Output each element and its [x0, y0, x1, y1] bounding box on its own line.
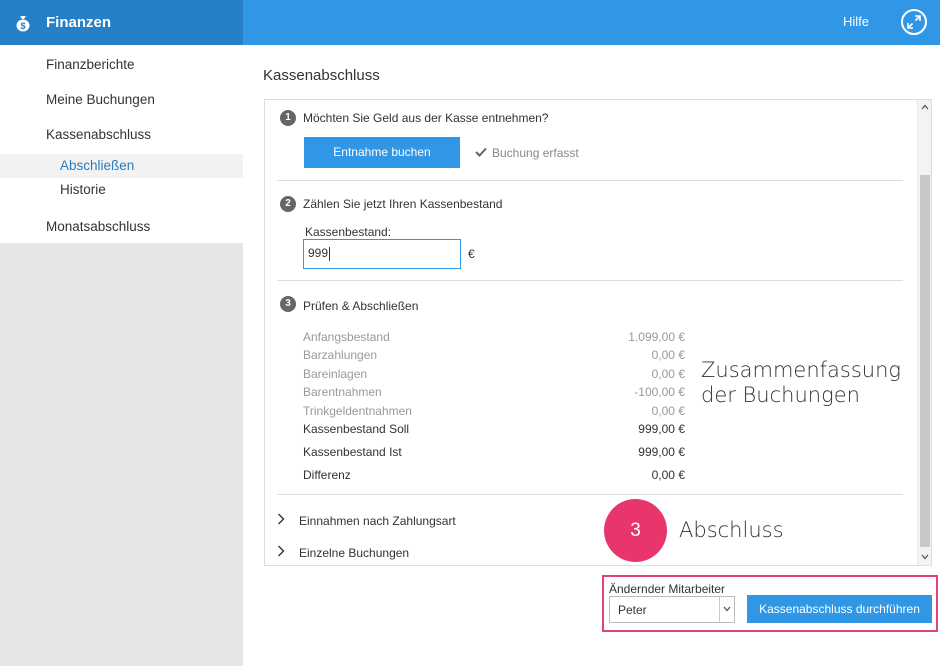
help-link[interactable]: Hilfe: [843, 14, 869, 29]
chevron-right-icon: [277, 545, 289, 560]
app-title: Finanzen: [46, 14, 112, 31]
scroll-thumb[interactable]: [920, 175, 930, 547]
sidebar-item-kassenabschluss[interactable]: Kassenabschluss: [46, 127, 151, 142]
summary-label: Anfangsbestand: [303, 330, 390, 344]
step-2-title: Zählen Sie jetzt Ihren Kassenbestand: [303, 197, 503, 211]
sidebar-item-historie[interactable]: Historie: [0, 178, 243, 202]
summary-label: Bareinlagen: [303, 367, 368, 381]
sidebar-item-finanzberichte[interactable]: Finanzberichte: [46, 57, 135, 72]
sidebar: Finanzberichte Meine Buchungen Kassenabs…: [0, 45, 243, 666]
summary-label: Differenz: [303, 468, 351, 482]
submit-closing-button[interactable]: Kassenabschluss durchführen: [747, 595, 932, 623]
sidebar-menu: Finanzberichte Meine Buchungen Kassenabs…: [0, 45, 243, 243]
top-bar: $ Finanzen Hilfe: [0, 0, 940, 45]
chevron-right-icon: [277, 513, 289, 528]
cash-balance-value: 999: [308, 246, 329, 260]
summary-value: 0,00 €: [651, 367, 685, 381]
booking-status-text: Buchung erfasst: [492, 146, 579, 160]
booking-status: Buchung erfasst: [475, 146, 579, 160]
svg-text:$: $: [20, 21, 25, 31]
step-1-title: Möchten Sie Geld aus der Kasse entnehmen…: [303, 111, 549, 125]
expander-label: Einzelne Buchungen: [299, 545, 410, 560]
annotation-summary: Zusammenfassung der Buchungen: [701, 358, 901, 408]
step-3-number: 3: [280, 296, 296, 312]
expander-payment-types[interactable]: Einnahmen nach Zahlungsart: [277, 513, 456, 528]
scroll-down-icon[interactable]: [918, 552, 931, 564]
summary-value: 999,00 €: [638, 422, 685, 436]
step-1-number: 1: [280, 110, 296, 126]
money-bag-icon: $: [14, 14, 32, 32]
sidebar-item-abschliessen[interactable]: Abschließen: [0, 154, 243, 178]
divider: [277, 280, 903, 281]
divider: [277, 494, 903, 495]
summary-label: Kassenbestand Ist: [303, 445, 402, 459]
chevron-down-icon: [719, 597, 734, 622]
summary-value: 0,00 €: [651, 348, 685, 362]
summary-value: 0,00 €: [651, 468, 685, 482]
employee-select[interactable]: Peter: [609, 596, 735, 623]
expand-icon[interactable]: [901, 9, 927, 35]
step-badge: 3: [604, 499, 667, 562]
scroll-up-icon[interactable]: [918, 102, 931, 114]
summary-value: 0,00 €: [651, 404, 685, 418]
sidebar-item-monatsabschluss[interactable]: Monatsabschluss: [46, 219, 150, 234]
annotation-summary-line2: der Buchungen: [701, 383, 860, 407]
summary-label: Barentnahmen: [303, 385, 382, 399]
summary-value: 999,00 €: [638, 445, 685, 459]
expander-single-bookings[interactable]: Einzelne Buchungen: [277, 545, 409, 560]
text-caret: [329, 246, 331, 261]
summary-label: Trinkgeldentnahmen: [303, 404, 412, 418]
scrollbar[interactable]: [917, 100, 931, 565]
closing-panel: 1 Möchten Sie Geld aus der Kasse entnehm…: [264, 99, 932, 566]
annotation-closing: Abschluss: [679, 518, 784, 542]
page-title: Kassenabschluss: [263, 67, 380, 84]
cash-balance-input[interactable]: 999: [303, 239, 461, 269]
divider: [277, 180, 903, 181]
check-icon: [475, 146, 487, 160]
summary-label: Barzahlungen: [303, 348, 378, 362]
step-2-number: 2: [280, 196, 296, 212]
sidebar-item-meine-buchungen[interactable]: Meine Buchungen: [46, 92, 155, 107]
expander-label: Einnahmen nach Zahlungsart: [299, 513, 456, 528]
annotation-summary-line1: Zusammenfassung: [701, 358, 902, 382]
currency-unit: €: [468, 247, 475, 261]
app-brand[interactable]: $ Finanzen: [0, 0, 243, 45]
summary-value: -100,00 €: [634, 385, 685, 399]
summary-value: 1.099,00 €: [628, 330, 685, 344]
employee-select-value: Peter: [618, 603, 647, 617]
cash-balance-label: Kassenbestand:: [305, 225, 392, 239]
summary-label: Kassenbestand Soll: [303, 422, 410, 436]
withdrawal-button[interactable]: Entnahme buchen: [304, 137, 460, 168]
employee-label: Ändernder Mitarbeiter: [609, 582, 726, 596]
step-3-title: Prüfen & Abschließen: [303, 299, 419, 313]
